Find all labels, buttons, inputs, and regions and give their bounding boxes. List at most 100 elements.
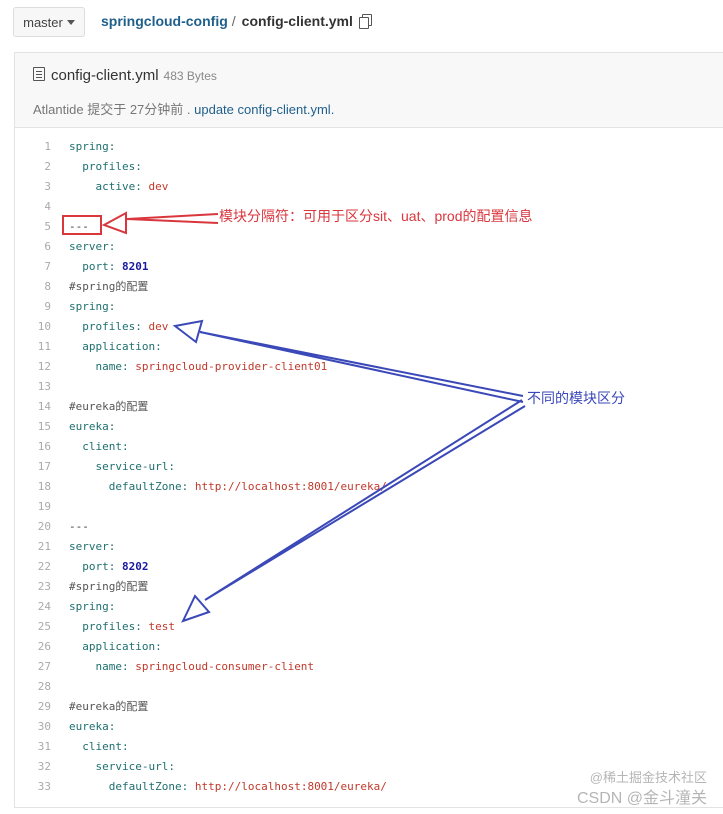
code-line: 22 port: 8202 — [15, 557, 723, 577]
code-line: 18 defaultZone: http://localhost:8001/eu… — [15, 477, 723, 497]
code-text: profiles: test — [82, 620, 175, 633]
line-number: 1 — [44, 140, 51, 153]
code-line: 25 profiles: test — [15, 617, 723, 637]
line-number: 29 — [37, 700, 51, 713]
line-number: 27 — [37, 660, 51, 673]
line-number: 6 — [44, 240, 51, 253]
code-line: 15 eureka: — [15, 417, 723, 437]
watermark-line1: @稀土掘金技术社区 — [589, 770, 707, 785]
line-number: 24 — [37, 600, 51, 613]
branch-label: master — [23, 14, 63, 30]
code-line: 23 #spring的配置 — [15, 577, 723, 597]
line-number: 10 — [37, 320, 51, 333]
branch-selector-button[interactable]: master — [13, 7, 85, 37]
code-line: 2 profiles: — [15, 157, 723, 177]
code-line: 30 eureka: — [15, 717, 723, 737]
code-text: application: — [82, 640, 162, 653]
code-text: name: springcloud-consumer-client — [95, 660, 315, 673]
breadcrumb-separator: / — [231, 13, 236, 29]
code-line: 10 profiles: dev — [15, 317, 723, 337]
line-number: 4 — [44, 200, 51, 213]
commit-info: Atlantide 提交于 27分钟前 . update config-clie… — [33, 99, 334, 118]
line-number: 14 — [37, 400, 51, 413]
code-line: 26 application: — [15, 637, 723, 657]
line-number: 33 — [37, 780, 51, 793]
line-number: 15 — [37, 420, 51, 433]
code-text: server: — [69, 240, 116, 253]
code-text: profiles: dev — [82, 320, 169, 333]
line-number: 17 — [37, 460, 51, 473]
line-number: 26 — [37, 640, 51, 653]
line-number: 18 — [37, 480, 51, 493]
commit-meta: 提交于 27分钟前 . — [83, 102, 195, 117]
code-line: 17 service-url: — [15, 457, 723, 477]
code-text: port: 8202 — [82, 560, 149, 573]
code-text: port: 8201 — [82, 260, 149, 273]
line-number: 13 — [37, 380, 51, 393]
commit-message-link[interactable]: update config-client.yml. — [194, 102, 334, 117]
line-number: 7 — [44, 260, 51, 273]
line-number: 28 — [37, 680, 51, 693]
code-line: 1 spring: — [15, 137, 723, 157]
code-line: 11 application: — [15, 337, 723, 357]
code-line: 9 spring: — [15, 297, 723, 317]
code-text: name: springcloud-provider-client01 — [95, 360, 328, 373]
line-number: 30 — [37, 720, 51, 733]
line-number: 9 — [44, 300, 51, 313]
code-text: service-url: — [95, 760, 175, 773]
code-line: 8 #spring的配置 — [15, 277, 723, 297]
code-text: spring: — [69, 600, 116, 613]
file-icon — [33, 67, 45, 81]
file-header: config-client.yml 483 Bytes Atlantide 提交… — [15, 53, 723, 128]
code-line: 19 — [15, 497, 723, 517]
code-text: application: — [82, 340, 162, 353]
code-text: #eureka的配置 — [69, 700, 149, 713]
line-number: 19 — [37, 500, 51, 513]
watermark: @稀土掘金技术社区 CSDN @金斗潼关 — [577, 767, 707, 808]
code-text: server: — [69, 540, 116, 553]
caret-down-icon — [66, 20, 75, 25]
separator-highlight-box — [62, 215, 102, 235]
code-text: active: dev — [95, 180, 169, 193]
code-line: 20 --- — [15, 517, 723, 537]
code-text: #spring的配置 — [69, 280, 149, 293]
code-text: defaultZone: http://localhost:8001/eurek… — [108, 780, 387, 793]
code-text: spring: — [69, 300, 116, 313]
code-line: 31 client: — [15, 737, 723, 757]
code-line: 28 — [15, 677, 723, 697]
code-line: 21 server: — [15, 537, 723, 557]
breadcrumb-repo-link[interactable]: springcloud-config — [101, 13, 228, 29]
line-number: 25 — [37, 620, 51, 633]
breadcrumb: springcloud-config / config-client.yml — [101, 13, 372, 29]
line-number: 20 — [37, 520, 51, 533]
file-name: config-client.yml — [51, 67, 159, 84]
separator-annotation: 模块分隔符：可用于区分sit、uat、prod的配置信息 — [219, 208, 533, 224]
code-line: 12 name: springcloud-provider-client01 — [15, 357, 723, 377]
code-text: spring: — [69, 140, 116, 153]
code-text: client: — [82, 440, 129, 453]
code-text: service-url: — [95, 460, 175, 473]
line-number: 22 — [37, 560, 51, 573]
code-text: client: — [82, 740, 129, 753]
file-size: 483 Bytes — [163, 69, 217, 83]
code-line: 3 active: dev — [15, 177, 723, 197]
code-text: defaultZone: http://localhost:8001/eurek… — [108, 480, 387, 493]
copy-icon[interactable] — [358, 14, 372, 29]
line-number: 8 — [44, 280, 51, 293]
line-number: 5 — [44, 220, 51, 233]
code-text: eureka: — [69, 720, 116, 733]
line-number: 3 — [44, 180, 51, 193]
code-line: 16 client: — [15, 437, 723, 457]
line-number: 11 — [37, 340, 51, 353]
code-text: --- — [69, 520, 89, 533]
code-text: #eureka的配置 — [69, 400, 149, 413]
line-number: 12 — [37, 360, 51, 373]
line-number: 16 — [37, 440, 51, 453]
code-line: 29 #eureka的配置 — [15, 697, 723, 717]
line-number: 2 — [44, 160, 51, 173]
commit-author[interactable]: Atlantide — [33, 102, 84, 117]
line-number: 31 — [37, 740, 51, 753]
watermark-line2: CSDN @金斗潼关 — [576, 790, 707, 807]
module-annotation: 不同的模块区分 — [527, 390, 625, 406]
line-number: 32 — [37, 760, 51, 773]
